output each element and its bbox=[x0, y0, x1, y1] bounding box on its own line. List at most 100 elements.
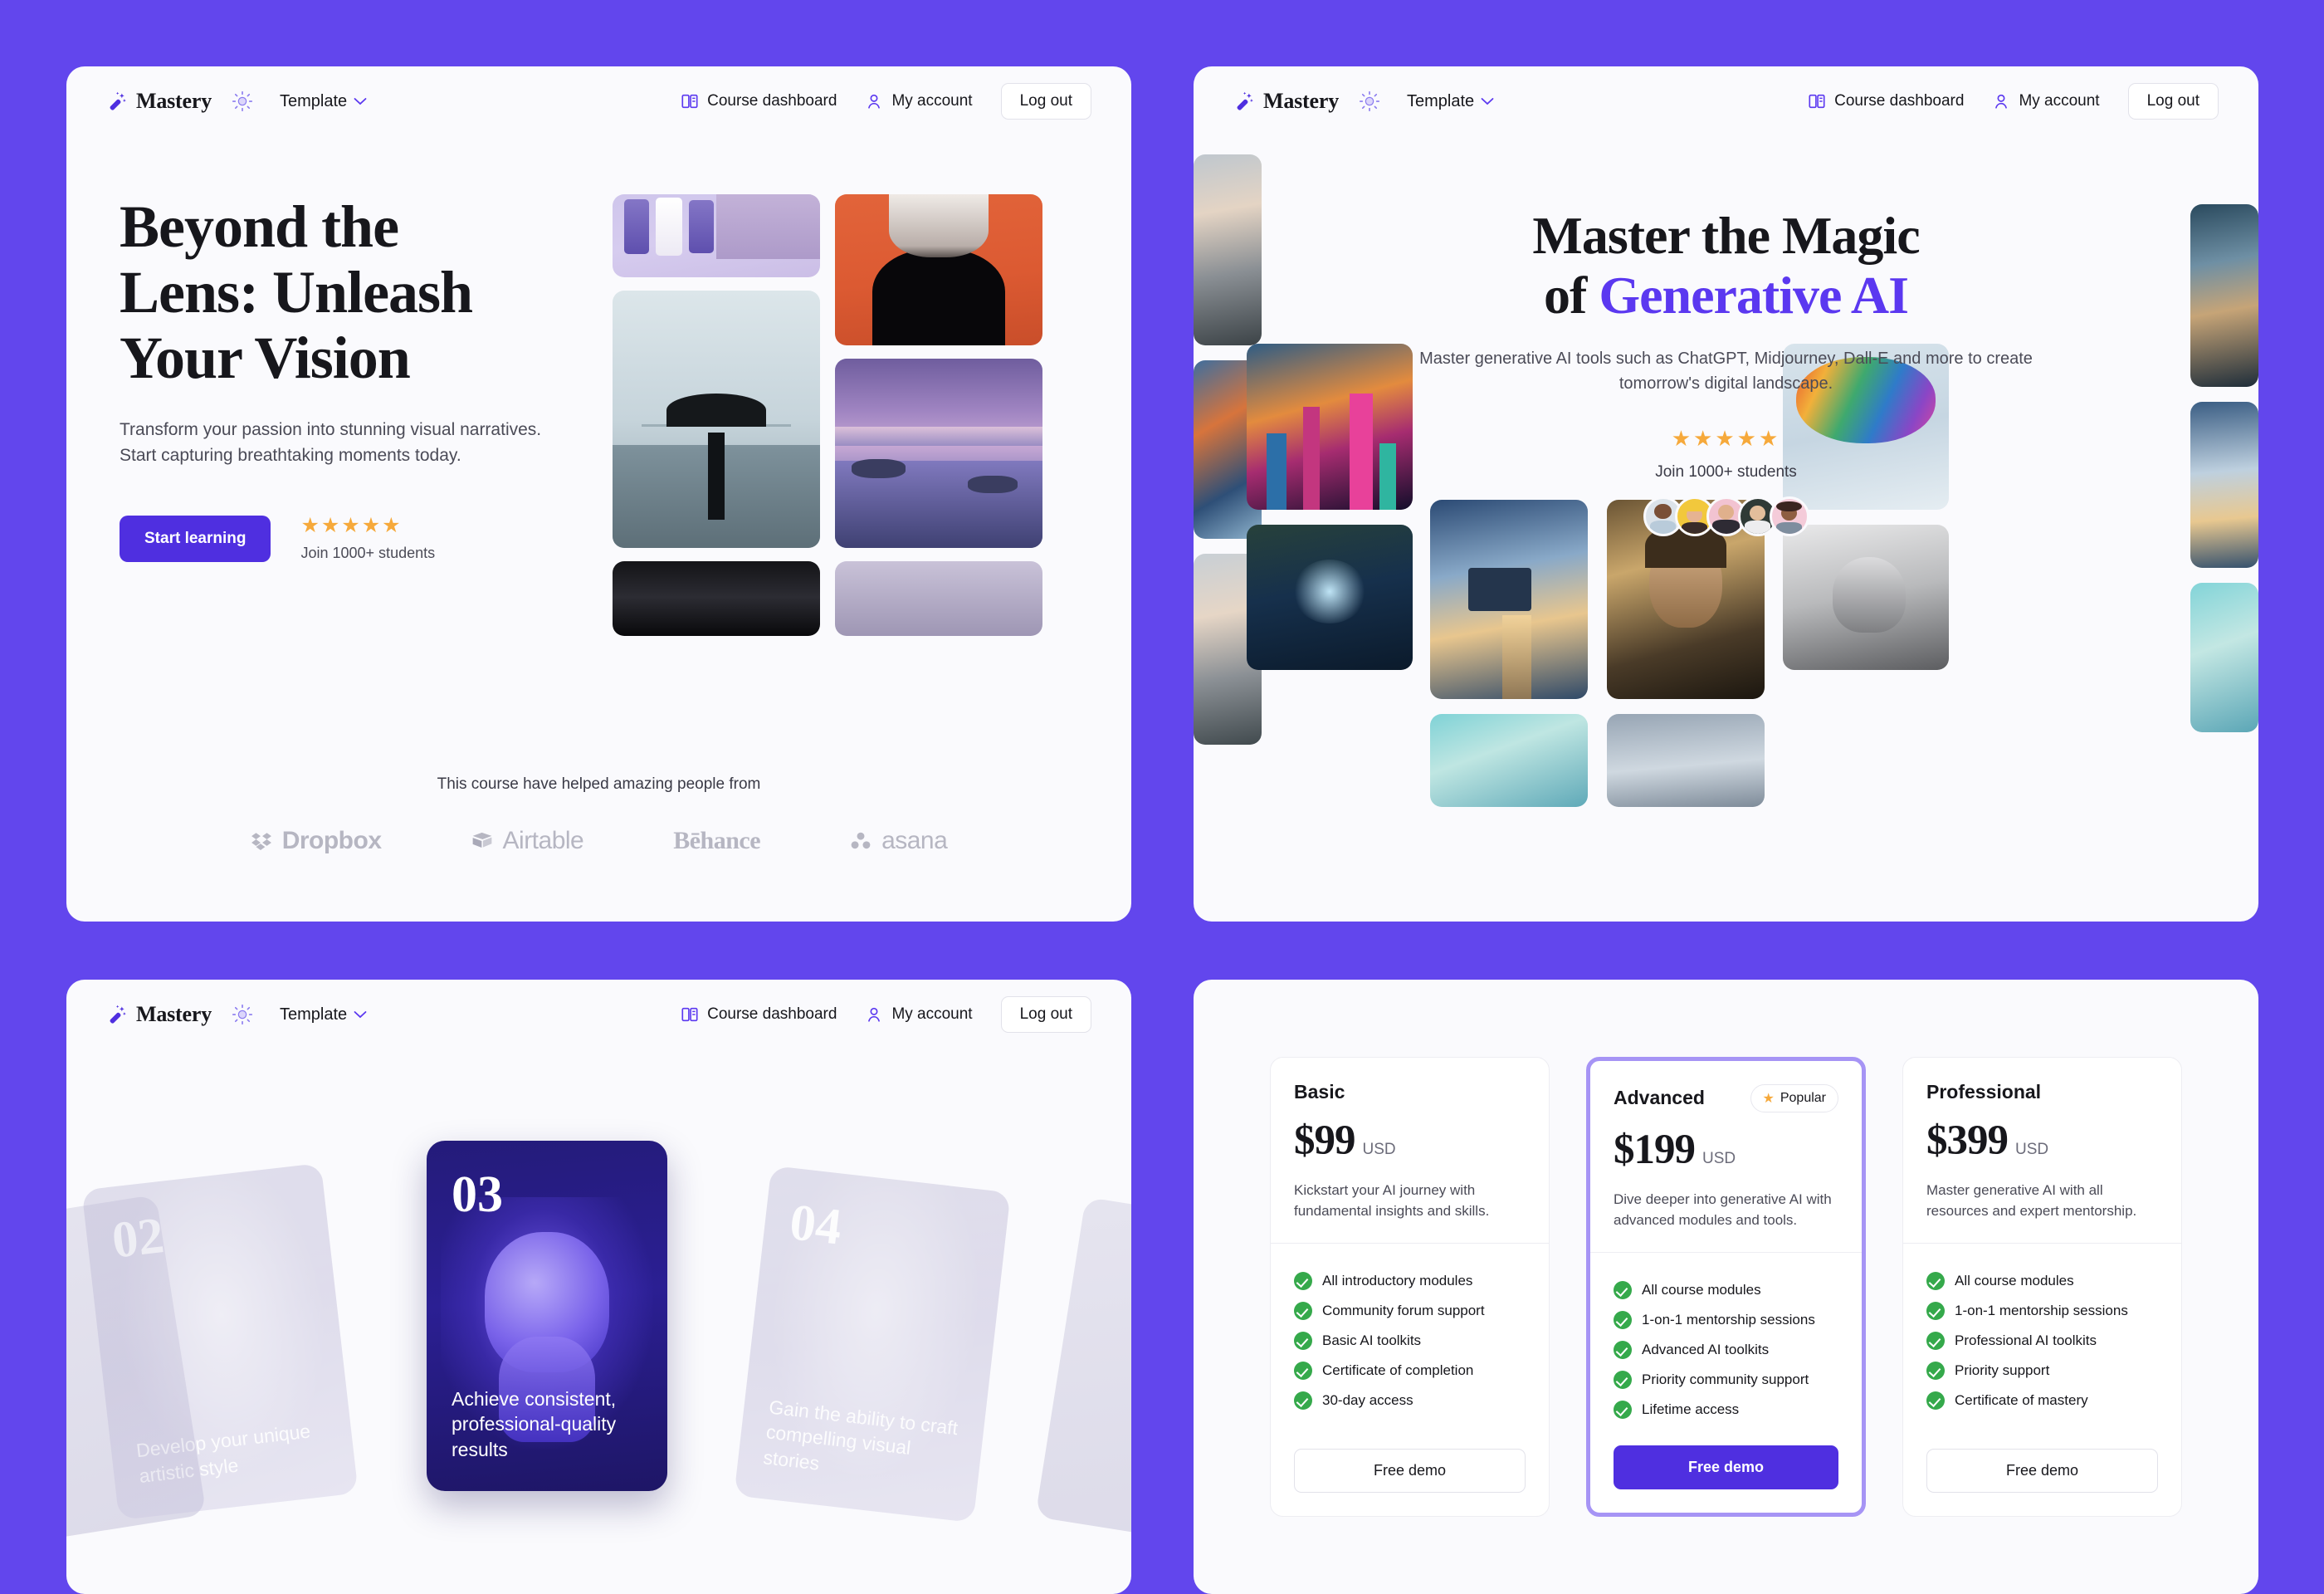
user-icon bbox=[868, 1007, 881, 1022]
orange-portrait-photo[interactable] bbox=[835, 194, 1042, 345]
feature-label: Professional AI toolkits bbox=[1955, 1332, 2097, 1349]
pricing-card-basic[interactable]: Basic $99 USD Kickstart your AI journey … bbox=[1270, 1056, 1550, 1518]
sun-icon[interactable] bbox=[1359, 90, 1380, 112]
free-demo-button-professional[interactable]: Free demo bbox=[1926, 1449, 2158, 1494]
pricing-card-professional-header: Professional $399 USD Master generative … bbox=[1903, 1058, 2181, 1243]
photography-hero-panel: Mastery Template Course dashboard My acc… bbox=[66, 66, 1131, 922]
pricing-card-advanced[interactable]: Advanced ★ Popular $199 USD Dive deeper … bbox=[1586, 1056, 1866, 1518]
my-account-link[interactable]: My account bbox=[865, 1005, 973, 1024]
ai-gallery-col-center-right bbox=[1607, 500, 1765, 807]
course-dashboard-link[interactable]: Course dashboard bbox=[681, 92, 837, 110]
course-dashboard-link[interactable]: Course dashboard bbox=[1808, 92, 1964, 110]
check-icon bbox=[1614, 1311, 1632, 1330]
floating-islands-art-2[interactable] bbox=[2190, 402, 2258, 568]
pricing-card-advanced-price-row: $199 USD bbox=[1614, 1126, 1838, 1174]
pricing-card-basic-description: Kickstart your AI journey with fundament… bbox=[1294, 1181, 1490, 1219]
template-dropdown[interactable]: Template bbox=[280, 92, 367, 111]
course-dashboard-label: Course dashboard bbox=[707, 92, 837, 110]
brand-name: Mastery bbox=[136, 89, 212, 113]
logout-button[interactable]: Log out bbox=[1000, 83, 1091, 120]
my-account-link[interactable]: My account bbox=[1992, 92, 2100, 110]
feature-item: Priority community support bbox=[1614, 1371, 1838, 1390]
feature-label: 1-on-1 mentorship sessions bbox=[1642, 1312, 1815, 1328]
pricing-card-professional-price-row: $399 USD bbox=[1926, 1117, 2158, 1165]
skincare-products-photo[interactable] bbox=[613, 194, 820, 277]
check-icon bbox=[1294, 1391, 1312, 1411]
brand-name: Mastery bbox=[1263, 89, 1339, 113]
step-card-02[interactable]: 02 Develop your unique artistic style bbox=[81, 1162, 359, 1521]
check-icon bbox=[1926, 1391, 1945, 1411]
enchanted-forest-art[interactable] bbox=[1247, 525, 1413, 670]
template-dropdown[interactable]: Template bbox=[280, 1005, 367, 1024]
dark-reflection-photo[interactable] bbox=[613, 561, 820, 636]
course-dashboard-label: Course dashboard bbox=[1834, 92, 1965, 110]
feature-item: Advanced AI toolkits bbox=[1614, 1341, 1838, 1360]
dropbox-icon bbox=[251, 833, 271, 851]
misty-mountains-art[interactable] bbox=[1194, 154, 1262, 345]
feature-item: Basic AI toolkits bbox=[1294, 1332, 1526, 1351]
feature-item: All course modules bbox=[1614, 1281, 1838, 1300]
social-logos-section: This course have helped amazing people f… bbox=[66, 775, 1131, 855]
brand-name: Mastery bbox=[136, 1002, 212, 1026]
chevron-down-icon bbox=[354, 1011, 367, 1019]
pricing-card-professional[interactable]: Professional $399 USD Master generative … bbox=[1902, 1056, 2182, 1518]
logo-behance-label: Bēhance bbox=[673, 827, 761, 854]
brand-logo[interactable]: Mastery bbox=[106, 89, 212, 114]
pricing-card-professional-features: All course modules 1-on-1 mentorship ses… bbox=[1903, 1244, 2181, 1430]
template-dropdown[interactable]: Template bbox=[1407, 92, 1494, 111]
ai-hero-subtitle: Master generative AI tools such as ChatG… bbox=[1419, 350, 2033, 394]
feature-item: 1-on-1 mentorship sessions bbox=[1926, 1302, 2158, 1321]
logout-button[interactable]: Log out bbox=[2127, 83, 2219, 120]
feature-label: Advanced AI toolkits bbox=[1642, 1342, 1770, 1358]
check-icon bbox=[1614, 1281, 1632, 1300]
avatar-5 bbox=[1769, 496, 1809, 537]
neon-cityscape-art[interactable] bbox=[1247, 344, 1413, 510]
my-account-label: My account bbox=[2019, 92, 2100, 110]
check-icon bbox=[1614, 1401, 1632, 1420]
umbrella-bridge-photo[interactable] bbox=[613, 291, 820, 548]
ai-gallery-col-center-left bbox=[1430, 500, 1588, 807]
pricing-card-basic-title-row: Basic bbox=[1294, 1081, 1526, 1103]
pricing-cards-row: Basic $99 USD Kickstart your AI journey … bbox=[1270, 1056, 2182, 1518]
free-demo-button-advanced[interactable]: Free demo bbox=[1614, 1445, 1838, 1490]
feature-item: Community forum support bbox=[1294, 1302, 1526, 1321]
step-card-05-peek[interactable] bbox=[1035, 1196, 1131, 1555]
feature-label: Priority support bbox=[1955, 1362, 2050, 1379]
teal-city-art-2[interactable] bbox=[2190, 583, 2258, 732]
star-icon: ★ bbox=[1762, 1091, 1775, 1106]
sun-icon[interactable] bbox=[232, 1004, 253, 1025]
course-dashboard-link[interactable]: Course dashboard bbox=[681, 1005, 837, 1024]
brand-logo-steps[interactable]: Mastery bbox=[106, 1002, 212, 1027]
template-label: Template bbox=[280, 91, 348, 110]
course-dashboard-label: Course dashboard bbox=[707, 1005, 837, 1023]
cloudscape-art[interactable] bbox=[1607, 714, 1765, 807]
photo-hero-title: Beyond the Lens: Unleash Your Vision bbox=[120, 193, 581, 392]
my-account-link[interactable]: My account bbox=[865, 92, 973, 110]
pricing-card-professional-footer: Free demo bbox=[1903, 1430, 2181, 1516]
step-card-04[interactable]: 04 Gain the ability to craft compelling … bbox=[734, 1165, 1011, 1523]
feature-label: Certificate of mastery bbox=[1955, 1392, 2088, 1409]
feature-label: All course modules bbox=[1955, 1273, 2074, 1289]
teal-city-art[interactable] bbox=[1430, 714, 1588, 807]
step-card-03-text: Achieve consistent, professional-quality… bbox=[452, 1387, 617, 1461]
purple-seascape-photo[interactable] bbox=[835, 359, 1042, 548]
cosmic-landscape-art[interactable] bbox=[2190, 204, 2258, 387]
ai-gallery-col-far-right bbox=[2190, 204, 2258, 732]
step-card-03[interactable]: 03 Achieve consistent, professional-qual… bbox=[427, 1141, 667, 1491]
ai-students-count: Join 1000+ students bbox=[1655, 463, 1797, 482]
hero-title-line-2: Lens: Unleash bbox=[120, 259, 473, 326]
free-demo-button-basic[interactable]: Free demo bbox=[1294, 1449, 1526, 1494]
pricing-card-advanced-name: Advanced bbox=[1614, 1087, 1705, 1109]
feature-label: 1-on-1 mentorship sessions bbox=[1955, 1303, 2128, 1319]
brand-logo-ai[interactable]: Mastery bbox=[1233, 89, 1339, 114]
bottom-strip-photo[interactable] bbox=[835, 561, 1042, 636]
screenshot-stage: Mastery Template Course dashboard My acc… bbox=[0, 0, 2324, 1594]
pricing-card-basic-price-row: $99 USD bbox=[1294, 1117, 1526, 1165]
pencil-portrait-art[interactable] bbox=[1783, 525, 1949, 670]
navbar-ai: Mastery Template Course dashboard My acc… bbox=[1194, 66, 2258, 136]
feature-label: Basic AI toolkits bbox=[1322, 1332, 1422, 1349]
sun-icon[interactable] bbox=[232, 90, 253, 112]
pricing-card-professional-description: Master generative AI with all resources … bbox=[1926, 1181, 2137, 1219]
start-learning-button[interactable]: Start learning bbox=[120, 516, 271, 563]
logout-button[interactable]: Log out bbox=[1000, 996, 1091, 1033]
